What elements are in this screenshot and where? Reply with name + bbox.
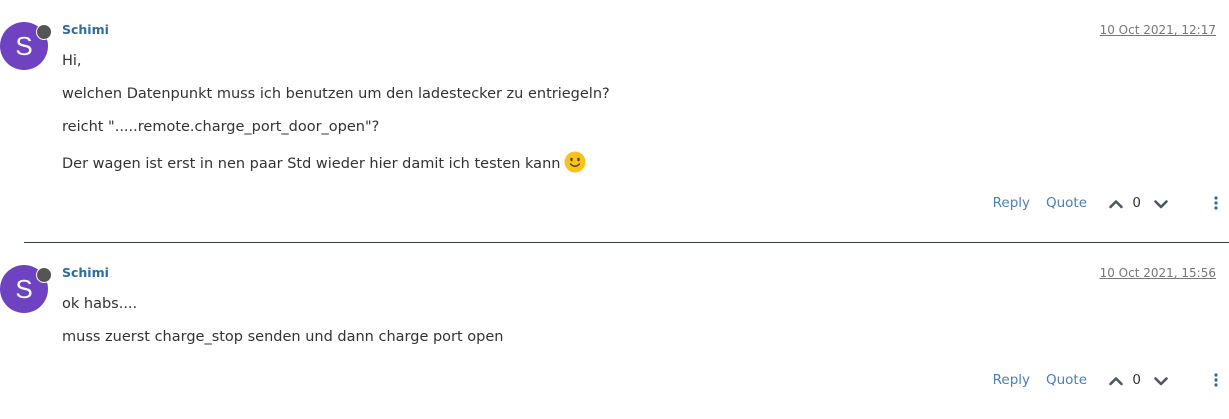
post: S Schimi 10 Oct 2021, 15:56 ok habs.... …	[0, 243, 1229, 419]
slightly-smiling-face-icon	[564, 151, 586, 173]
post-timestamp[interactable]: 10 Oct 2021, 12:17	[1100, 22, 1216, 38]
vote-count: 0	[1132, 195, 1141, 211]
post-timestamp[interactable]: 10 Oct 2021, 15:56	[1100, 265, 1216, 281]
status-indicator	[36, 24, 52, 40]
post-actions: Reply Quote 0	[981, 193, 1221, 213]
post-paragraph-text: Der wagen ist erst in nen paar Std wiede…	[62, 156, 561, 172]
post-content: ok habs.... muss zuerst charge_stop send…	[62, 295, 1162, 361]
post-paragraph: welchen Datenpunkt muss ich benutzen um …	[62, 86, 610, 102]
avatar-wrapper: S	[0, 265, 52, 313]
reply-button[interactable]: Reply	[993, 370, 1030, 390]
post-content: Hi, welchen Datenpunkt muss ich benutzen…	[62, 52, 1162, 188]
chevron-down-icon[interactable]	[1153, 373, 1169, 389]
post-paragraph: reicht ".....remote.charge_port_door_ope…	[62, 119, 380, 135]
vertical-ellipsis-icon[interactable]	[1211, 372, 1221, 388]
vertical-ellipsis-icon[interactable]	[1211, 195, 1221, 211]
quote-button[interactable]: Quote	[1046, 193, 1087, 213]
post: S Schimi 10 Oct 2021, 12:17 Hi, welchen …	[0, 0, 1229, 236]
author-name[interactable]: Schimi	[62, 22, 109, 38]
chevron-down-icon[interactable]	[1153, 196, 1169, 212]
post-paragraph: Hi,	[62, 53, 82, 69]
post-paragraph: muss zuerst charge_stop senden und dann …	[62, 329, 504, 345]
post-paragraph: ok habs....	[62, 296, 138, 312]
avatar-wrapper: S	[0, 22, 52, 70]
post-paragraph-with-emoji: Der wagen ist erst in nen paar Std wiede…	[62, 151, 1162, 173]
author-name[interactable]: Schimi	[62, 265, 109, 281]
chevron-up-icon[interactable]	[1108, 373, 1124, 389]
status-indicator	[36, 267, 52, 283]
reply-button[interactable]: Reply	[993, 193, 1030, 213]
quote-button[interactable]: Quote	[1046, 370, 1087, 390]
chevron-up-icon[interactable]	[1108, 196, 1124, 212]
post-actions: Reply Quote 0	[981, 370, 1221, 390]
vote-count: 0	[1132, 372, 1141, 388]
